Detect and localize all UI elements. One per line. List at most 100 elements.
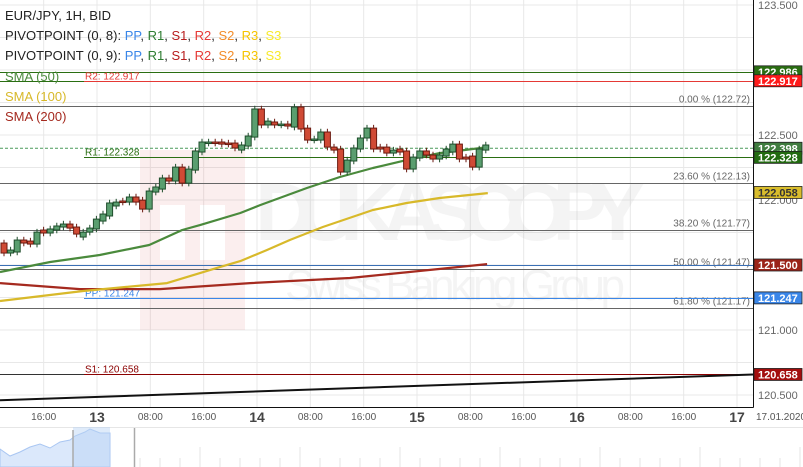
candle-body [475,148,483,168]
sma200-legend[interactable]: SMA (200) [5,109,66,124]
separator: , [187,48,195,63]
pivot-legend-r2: R2 [194,28,212,43]
candle [376,143,384,153]
candle [224,139,232,148]
candle [26,237,34,248]
navigator[interactable] [0,427,803,467]
candle [59,220,67,231]
candle [231,139,239,152]
pivot-legend-2[interactable]: PIVOTPOINT (0, 9): PP, R1, S1, R2, S2, R… [5,48,281,63]
price-tag-label: 122.058 [758,187,798,199]
candle-body [409,156,417,170]
time-label: 08:00 [618,412,643,423]
candle [330,143,338,154]
candle-body [271,121,279,126]
candle-body [40,229,48,234]
candle-body [53,225,61,231]
pivot-label-s1: S1: 120.658 [85,365,139,376]
candle-body [66,223,74,229]
trendline[interactable] [0,373,754,402]
pivot-legend-pp: PP [124,28,141,43]
candle-body [73,226,81,235]
separator: , [234,48,242,63]
price-tick-label: 121.000 [758,325,798,337]
candle [304,124,312,144]
candle-body [165,177,173,182]
price-tick-label: 120.500 [758,390,798,402]
price-tag-label: 120.658 [758,369,798,381]
pivot-legend-s2: S2 [218,48,235,63]
candle-body [343,159,351,173]
time-axis[interactable]: 16:00 13 08:00 16:00 14 08:00 16:00 15 08:00 16:0… [31,409,745,425]
price-tick-label: 123.500 [758,0,798,12]
candle [218,138,226,148]
candle [145,187,153,213]
candle-body [238,144,246,151]
candle-body [337,148,345,173]
time-label: 16:00 [511,412,536,423]
time-label: 08:00 [298,412,323,423]
candle-body [218,141,226,145]
candle [99,210,107,225]
candle-body [92,218,100,230]
candle-body [330,146,338,151]
pivot-legend-r3: R3 [241,28,259,43]
price-tag: 122.058 [753,186,803,199]
candle [185,165,193,187]
fib-label: 23.60 % (122.13) [673,172,750,183]
candle-body [205,141,213,145]
separator: , [140,48,148,63]
candle-body [46,228,54,234]
candle-body [323,131,331,148]
time-label: 16:00 [671,412,696,423]
pivot-legend-1[interactable]: PIVOTPOINT (0, 8): PP, R1, S1, R2, S2, R… [5,28,281,43]
candle-body [231,142,239,149]
candle [40,226,48,237]
candle-body [455,143,463,160]
date-label: 17.01.2020 [756,412,803,423]
candle-body [350,147,358,162]
separator: , [187,28,195,43]
price-tag: 121.247 [753,291,803,305]
candle-body [59,223,67,228]
pivot-legend-r1: R1 [147,48,165,63]
navigator-ticks [139,447,801,467]
candle-body [99,213,107,222]
navigator-window[interactable] [73,427,110,467]
candle-body [125,196,133,203]
sma100-legend[interactable]: SMA (100) [5,89,66,104]
candle-body [277,123,285,127]
price-tag: 120.658 [753,368,803,381]
fib-label: 0.00 % (122.72) [679,95,750,106]
pivot-legend-s1: S1 [171,48,188,63]
candle [317,128,325,144]
candle-body [26,240,34,245]
price-chart[interactable]: DUKASCOPY Swiss Banking Group 0.00 % (12… [0,0,803,467]
candle [73,223,81,238]
candle-body [310,138,318,142]
candle-body [429,154,437,160]
candle-body [13,239,21,253]
candle-body [257,108,265,126]
candle [403,147,411,173]
candle-body [145,190,153,210]
candle-body [0,242,8,254]
pivot-legend-s2: S2 [218,28,235,43]
candle [297,103,305,133]
candle [475,145,483,171]
candle [205,138,213,147]
candle-body [33,231,41,245]
candle-body [132,196,140,203]
candle [257,105,265,129]
candle [323,128,331,151]
candle-body [139,199,147,210]
separator: , [140,28,148,43]
candle [251,105,259,141]
sma50-legend[interactable]: SMA (50) [5,69,59,84]
pivot-legend-prefix: PIVOTPOINT (0, 9): [5,48,125,63]
price-axis[interactable]: 123.500122.500122.000121.000120.500122.9… [753,0,803,407]
price-tag-label: 122.917 [758,76,798,88]
candle-body [7,249,15,254]
candle-body [244,135,252,147]
day-label: 16 [569,409,585,425]
